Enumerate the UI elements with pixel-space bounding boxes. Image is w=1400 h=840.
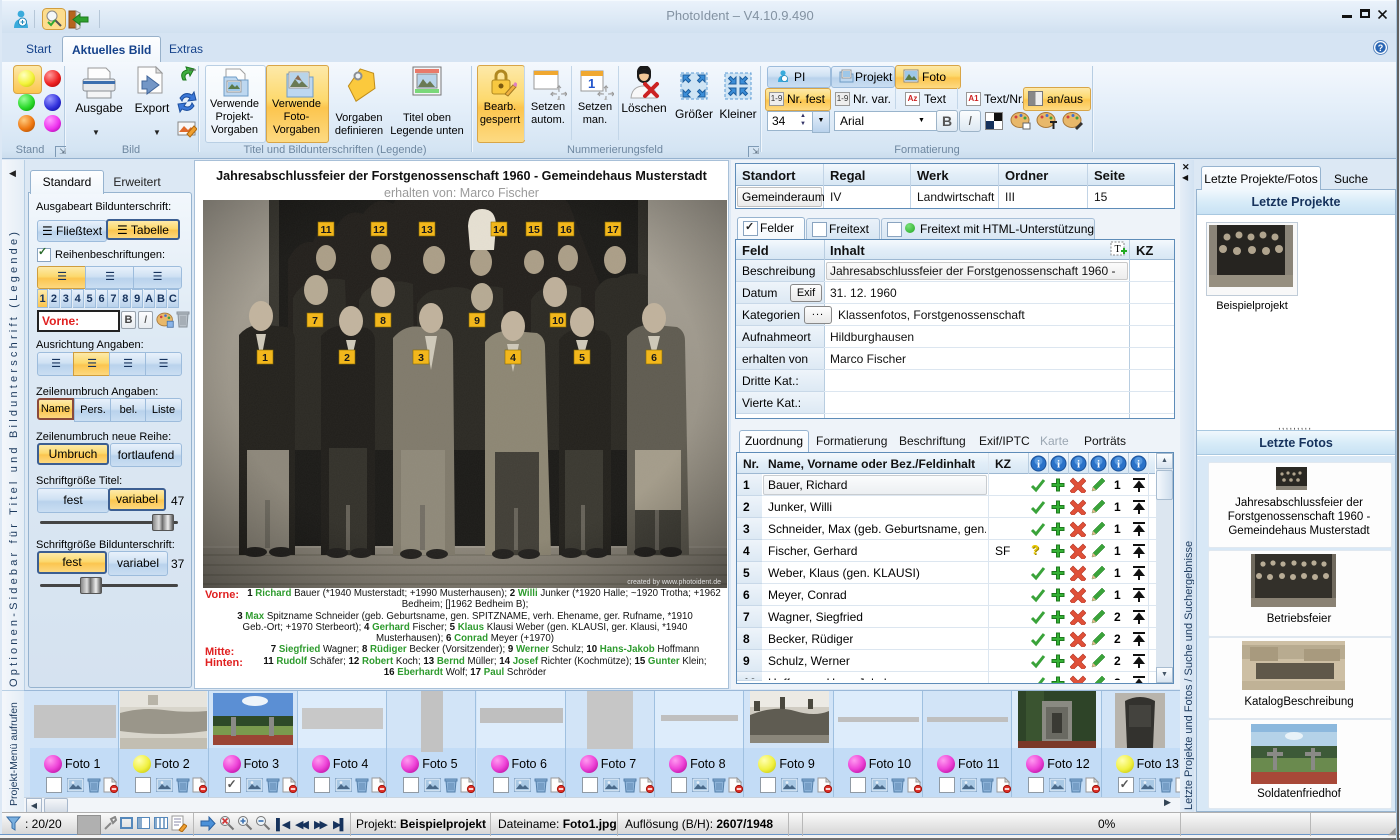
svg-text:17: 17 [607,224,619,236]
svg-text:10: 10 [552,315,564,327]
svg-text:9: 9 [474,315,480,327]
svg-text:i: i [1137,459,1140,471]
svg-text:7: 7 [312,315,318,327]
svg-text:i: i [1037,459,1040,471]
svg-text:i: i [1117,459,1120,471]
svg-text:14: 14 [493,224,505,236]
svg-text:1: 1 [262,352,268,364]
svg-text:created by www.photoident.de: created by www.photoident.de [627,579,721,586]
svg-text:3: 3 [418,352,424,364]
svg-text:2: 2 [344,352,350,364]
svg-text:1: 1 [588,76,595,91]
svg-text:8: 8 [380,315,386,327]
svg-text:6: 6 [651,352,657,364]
svg-text:?: ? [1378,43,1384,53]
svg-text:15: 15 [528,224,540,236]
svg-text:11: 11 [320,224,331,236]
svg-text:i: i [1057,459,1060,471]
svg-text:i: i [1097,459,1100,471]
svg-text:T: T [1114,244,1120,255]
svg-text:12: 12 [373,224,385,236]
svg-text:5: 5 [579,352,585,364]
svg-text:4: 4 [510,352,516,364]
svg-text:16: 16 [560,224,572,236]
svg-text:i: i [1077,459,1080,471]
svg-text:13: 13 [421,224,433,236]
